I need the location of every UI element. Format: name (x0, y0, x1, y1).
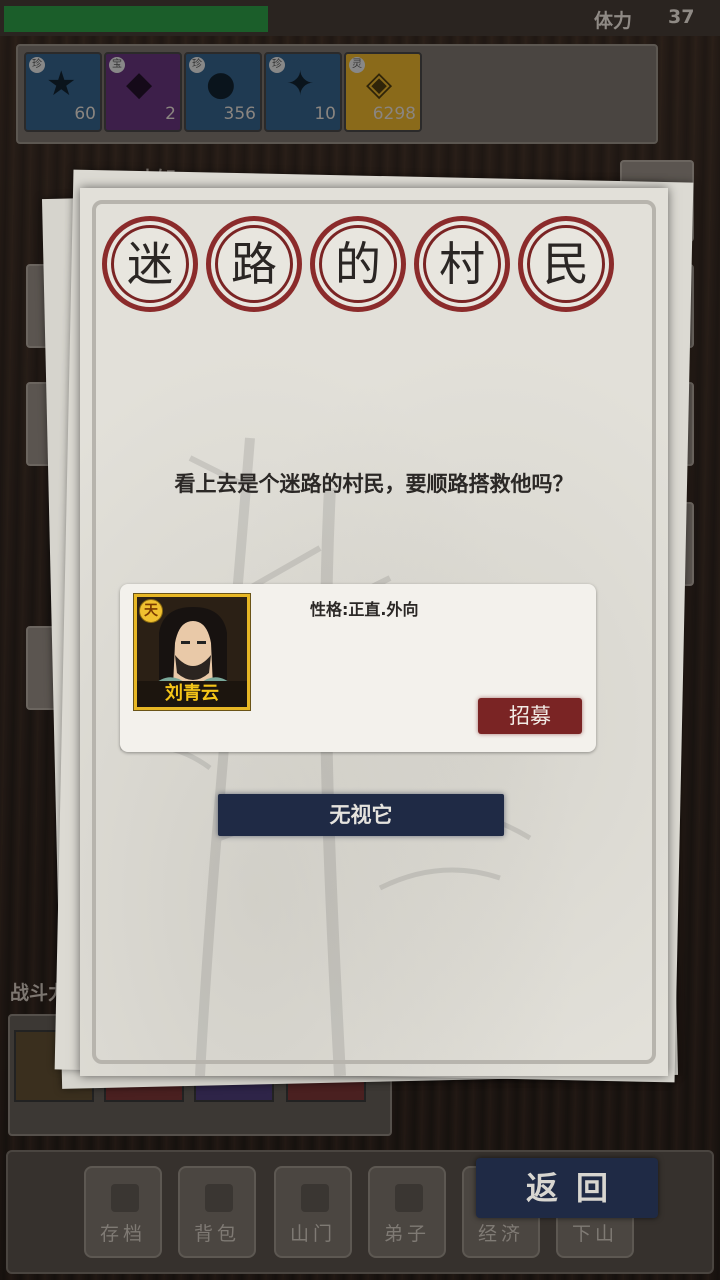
event-dialog: 迷 路 的 村 民 看上去是个迷路的村民，要顺路搭救他吗？ 天 刘青云 性格:正… (80, 188, 668, 1076)
title-char-5: 民 (543, 237, 589, 291)
dialog-title: 迷 路 的 村 民 (102, 216, 622, 316)
crystal-icon: ◈ (366, 64, 393, 104)
save-book-icon (111, 1184, 139, 1212)
nav-label: 山门 (289, 1223, 336, 1245)
nav-button[interactable]: 弟子 (368, 1166, 446, 1258)
resource-grade: 珍 (189, 57, 205, 73)
sect-gate-icon (301, 1184, 329, 1212)
gold-star-icon: ★ (46, 64, 77, 104)
backpack-icon (205, 1184, 233, 1212)
disciples-icon (395, 1184, 423, 1212)
resource-count: 10 (314, 104, 336, 124)
resource-item[interactable]: 珍 ● 356 (184, 52, 262, 132)
stamina-label: 体力 (594, 10, 633, 32)
resource-item[interactable]: 珍 ✦ 10 (264, 52, 342, 132)
nav-button[interactable]: 山门 (274, 1166, 352, 1258)
event-question: 看上去是个迷路的村民，要顺路搭救他吗？ (174, 472, 574, 496)
title-seal-3: 的 (310, 216, 406, 312)
nav-label: 经济 (477, 1223, 524, 1245)
recruit-card: 天 刘青云 性格:正直.外向 招募 (120, 584, 596, 752)
resource-item[interactable]: 宝 ◆ 2 (104, 52, 182, 132)
title-char-2: 路 (231, 237, 277, 291)
nav-label: 弟子 (383, 1223, 430, 1245)
nav-label: 背包 (193, 1223, 240, 1245)
resource-count: 6298 (372, 104, 416, 124)
hp-bar (4, 6, 268, 32)
character-grade-badge: 天 (139, 599, 163, 623)
resource-item[interactable]: 珍 ★ 60 (24, 52, 102, 132)
character-trait: 性格:正直.外向 (310, 600, 419, 619)
resource-count: 60 (74, 104, 96, 124)
title-char-4: 村 (439, 237, 485, 291)
nav-label: 存档 (99, 1223, 146, 1245)
title-seal-4: 村 (414, 216, 510, 312)
golden-fish-icon: ✦ (286, 64, 315, 104)
stamina-value: 37 (668, 6, 695, 28)
resource-item[interactable]: 灵 ◈ 6298 (344, 52, 422, 132)
pearl-icon: ● (206, 64, 236, 104)
title-seal-1: 迷 (102, 216, 198, 312)
ignore-button[interactable]: 无视它 (218, 794, 504, 836)
back-button[interactable]: 返回 (476, 1158, 658, 1218)
title-seal-2: 路 (206, 216, 302, 312)
resource-count: 2 (165, 104, 176, 124)
nav-button[interactable]: 存档 (84, 1166, 162, 1258)
green-gem-icon: ◆ (126, 64, 153, 104)
character-portrait[interactable]: 天 刘青云 (133, 593, 251, 711)
resource-count: 356 (223, 104, 256, 124)
resource-grade: 珍 (269, 57, 285, 73)
title-char-1: 迷 (127, 237, 173, 291)
title-char-3: 的 (335, 237, 381, 291)
nav-button[interactable]: 背包 (178, 1166, 256, 1258)
character-name: 刘青云 (137, 681, 247, 707)
recruit-button[interactable]: 招募 (478, 698, 582, 734)
resource-grade: 灵 (349, 57, 365, 73)
resource-grade: 珍 (29, 57, 45, 73)
title-seal-5: 民 (518, 216, 614, 312)
nav-label: 下山 (571, 1223, 618, 1245)
resource-grade: 宝 (109, 57, 125, 73)
